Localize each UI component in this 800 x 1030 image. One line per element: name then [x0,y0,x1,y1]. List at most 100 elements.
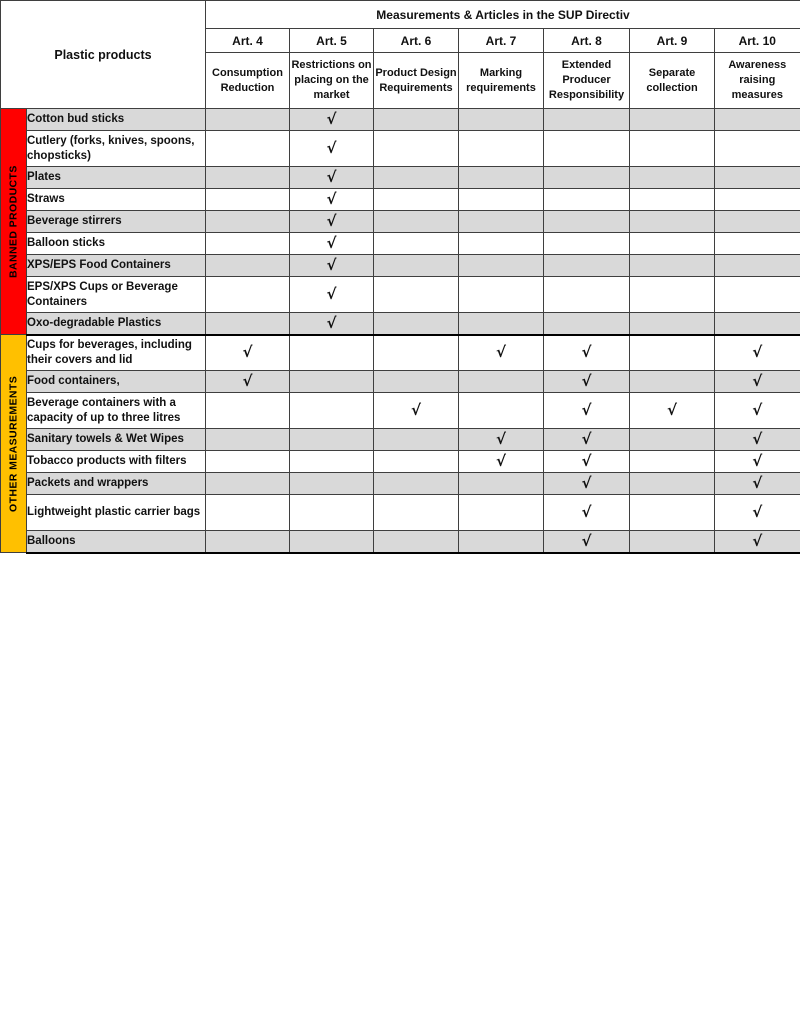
measurements-group-header: Measurements & Articles in the SUP Direc… [206,1,800,29]
cell-art-5: √ [290,189,374,211]
cell-art-4 [206,495,290,531]
cell-art-10: √ [715,531,800,553]
column-description-art-5: Restrictions on placing on the market [290,53,374,109]
header-row-group: Plastic products Measurements & Articles… [1,1,800,29]
column-header-art-8: Art. 8 [544,29,630,53]
cell-art-5: √ [290,211,374,233]
cell-art-7 [459,313,544,335]
cell-art-8: √ [544,393,630,429]
check-mark-icon: √ [752,532,762,550]
spreadsheet-sheet: Plastic products Measurements & Articles… [0,0,800,515]
table-row: Balloons√√ [1,531,800,553]
cell-art-10 [715,255,800,277]
check-mark-icon: √ [752,503,762,521]
column-header-art-7: Art. 7 [459,29,544,53]
cell-art-6 [374,495,459,531]
cell-art-5: √ [290,131,374,167]
table-row: EPS/XPS Cups or Beverage Containers √ [1,277,800,313]
check-mark-icon: √ [581,343,591,361]
cell-art-10 [715,313,800,335]
cell-art-5: √ [290,277,374,313]
cell-art-4 [206,277,290,313]
cell-art-4 [206,189,290,211]
cell-art-10: √ [715,473,800,495]
cell-art-9 [630,371,715,393]
check-mark-icon: √ [581,372,591,390]
check-mark-icon: √ [326,168,336,186]
check-mark-icon: √ [581,503,591,521]
cell-art-9 [630,255,715,277]
cell-art-5 [290,495,374,531]
cell-art-6 [374,109,459,131]
column-header-art-4: Art. 4 [206,29,290,53]
cell-art-9 [630,335,715,371]
cell-art-4 [206,313,290,335]
cell-art-10 [715,211,800,233]
cell-art-7 [459,167,544,189]
column-description-art-7: Marking requirements [459,53,544,109]
cell-art-10 [715,167,800,189]
cell-art-9 [630,473,715,495]
product-name-cell: EPS/XPS Cups or Beverage Containers [27,277,206,313]
cell-art-6 [374,277,459,313]
check-mark-icon: √ [326,256,336,274]
check-mark-icon: √ [326,190,336,208]
table-row: Beverage containers with a capacity of u… [1,393,800,429]
product-name-cell: Straws [27,189,206,211]
column-description-art-10: Awareness raising measures [715,53,800,109]
check-mark-icon: √ [667,401,677,419]
table-row: Beverage stirrers√ [1,211,800,233]
cell-art-5 [290,451,374,473]
cell-art-6 [374,255,459,277]
check-mark-icon: √ [326,285,336,303]
table-row: Oxo-degradable Plastics√ [1,313,800,335]
check-mark-icon: √ [752,430,762,448]
cell-art-10: √ [715,371,800,393]
column-header-art-5: Art. 5 [290,29,374,53]
cell-art-8 [544,109,630,131]
column-header-art-6: Art. 6 [374,29,459,53]
check-mark-icon: √ [242,343,252,361]
cell-art-4: √ [206,335,290,371]
product-name-cell: XPS/EPS Food Containers [27,255,206,277]
cell-art-7 [459,371,544,393]
table-row: OTHER MEASUREMENTSCups for beverages, in… [1,335,800,371]
section-band-label: BANNED PRODUCTS [1,109,26,334]
cell-art-8: √ [544,495,630,531]
product-name-cell: Balloons [27,531,206,553]
cell-art-4: √ [206,371,290,393]
cell-art-7 [459,131,544,167]
cell-art-9 [630,131,715,167]
cell-art-7 [459,495,544,531]
cell-art-4 [206,109,290,131]
sup-directive-table: Plastic products Measurements & Articles… [0,0,800,554]
cell-art-10 [715,189,800,211]
cell-art-6 [374,167,459,189]
cell-art-4 [206,429,290,451]
cell-art-7: √ [459,335,544,371]
table-row: Cutlery (forks, knives, spoons, chopstic… [1,131,800,167]
product-name-cell: Plates [27,167,206,189]
cell-art-7 [459,255,544,277]
cell-art-6 [374,313,459,335]
cell-art-5: √ [290,233,374,255]
cell-art-8 [544,167,630,189]
cell-art-9 [630,495,715,531]
product-name-cell: Packets and wrappers [27,473,206,495]
table-row: Sanitary towels & Wet Wipes√√√ [1,429,800,451]
check-mark-icon: √ [242,372,252,390]
cell-art-4 [206,211,290,233]
cell-art-9 [630,531,715,553]
cell-art-9 [630,109,715,131]
table-row: Lightweight plastic carrier bags √ √ [1,495,800,531]
cell-art-6 [374,233,459,255]
product-name-cell: Cutlery (forks, knives, spoons, chopstic… [27,131,206,167]
product-name-cell: Lightweight plastic carrier bags [27,495,206,531]
cell-art-9 [630,233,715,255]
product-name-cell: Tobacco products with filters [27,451,206,473]
cell-art-9 [630,167,715,189]
plastic-products-header: Plastic products [1,1,206,109]
cell-art-4 [206,255,290,277]
cell-art-10: √ [715,495,800,531]
cell-art-7 [459,277,544,313]
